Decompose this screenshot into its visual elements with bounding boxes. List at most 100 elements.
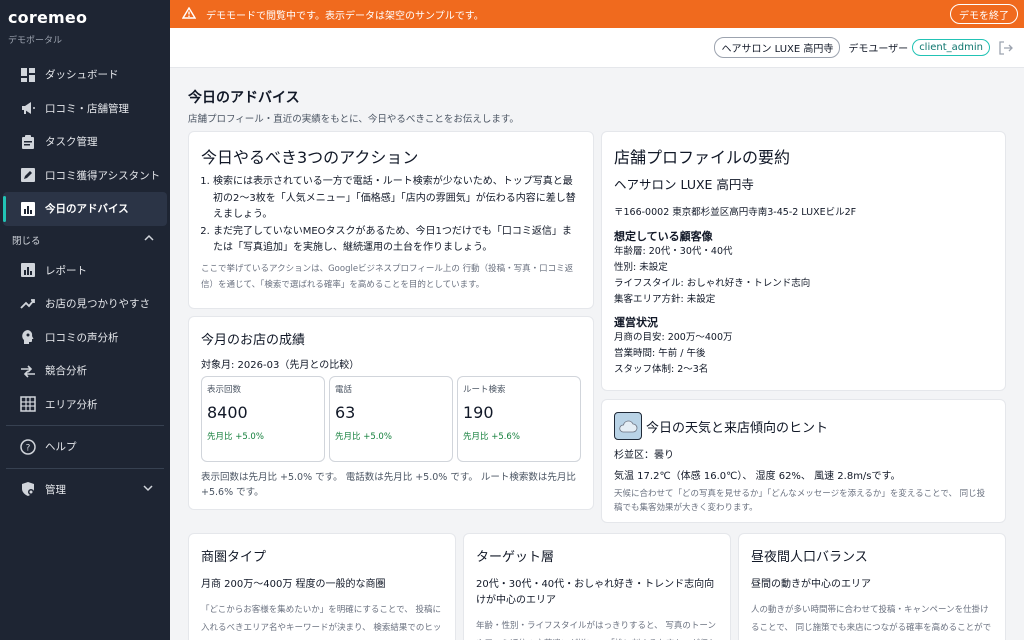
ops-section-title: 運営状況 [614, 316, 658, 329]
clipboard-icon [19, 133, 37, 151]
sidebar: coremeo デモポータル ダッシュボード 口コミ・店舗管理 タスク管理 口コ… [0, 0, 170, 640]
weather-location: 杉並区：曇り [614, 450, 674, 461]
sidebar-item-todays-advice[interactable]: 今日のアドバイス [3, 192, 167, 226]
sidebar-item-tasks[interactable]: タスク管理 [3, 125, 167, 159]
metric-value: 8400 [207, 403, 248, 422]
metric-calls: 電話 63 先月比 +5.0% [329, 376, 453, 462]
help-icon: ? [19, 438, 37, 456]
metric-impressions: 表示回数 8400 先月比 +5.0% [201, 376, 325, 462]
sidebar-item-label: 競合分析 [45, 365, 87, 378]
card-note: 「どこからお客様を集めたいか」を明確にすることで、 投稿に入れるべきエリア名やキ… [201, 605, 442, 633]
svg-text:?: ? [26, 443, 31, 453]
shield-gear-icon [19, 480, 37, 498]
card-summary: 月商 200万〜400万 程度の一般的な商圏 [201, 579, 386, 590]
performance-title: 今月のお店の成績 [201, 333, 306, 348]
ops-revenue: 月商の目安: 200万〜400万 [614, 332, 733, 343]
weather-title: 今日の天気と来店傾向のヒント [646, 420, 829, 436]
card-title: ターゲット層 [476, 550, 555, 565]
customer-age: 年齢層: 20代・30代・40代 [614, 246, 733, 257]
target-card: ターゲット層 20代・30代・40代・おしゃれ好き・トレンド志向向けが中心のエリ… [463, 533, 731, 640]
actions-list: 検索には表示されている一方で電話・ルート検索が少ないため、トップ写真と最初の2〜… [201, 174, 581, 257]
warning-icon [181, 6, 197, 22]
divider [6, 425, 164, 426]
card-summary: 20代・30代・40代・おしゃれ好き・トレンド志向向けが中心のエリア [476, 579, 715, 606]
metric-label: 電話 [335, 385, 353, 395]
trend-icon [19, 295, 37, 313]
performance-card: 今月のお店の成績 対象月: 2026-03（先月との比較） 表示回数 8400 … [188, 316, 594, 510]
actions-note: ここで挙げているアクションは、Googleビジネスプロフィール上の 行動（投稿・… [201, 263, 574, 290]
compare-icon [19, 362, 37, 380]
nav-section-toggle[interactable]: 閉じる [0, 226, 170, 254]
sidebar-item-dashboard[interactable]: ダッシュボード [3, 58, 167, 92]
profile-title: 店舗プロファイルの要約 [614, 148, 791, 167]
sidebar-item-findability[interactable]: お店の見つかりやすさ [3, 287, 167, 321]
profile-card: 店舗プロファイルの要約 ヘアサロン LUXE 高円寺 〒166-0002 東京都… [601, 131, 1006, 391]
metric-value: 63 [335, 403, 356, 422]
end-demo-button[interactable]: デモを終了 [950, 4, 1018, 24]
weather-detail: 気温 17.2℃（体感 16.0℃）、 湿度 62%、 風速 2.8m/sです。 [614, 471, 901, 482]
sidebar-item-label: レポート [45, 264, 87, 277]
nav-section-label: 閉じる [12, 235, 41, 247]
sidebar-item-label: エリア分析 [45, 398, 98, 411]
sidebar-item-label: ヘルプ [45, 441, 77, 454]
brand: coremeo デモポータル [0, 0, 170, 46]
sidebar-item-report[interactable]: レポート [3, 254, 167, 288]
card-note: 人の動きが多い時間帯に合わせて投稿・キャンペーンを仕掛けることで、 同じ施策でも… [751, 605, 992, 633]
edit-icon [19, 166, 37, 184]
main-content: 今日のアドバイス 店舗プロフィール・直近の実績をもとに、今日やるべきことをお伝え… [170, 69, 1024, 640]
metric-change: 先月比 +5.0% [335, 432, 392, 442]
sidebar-item-label: 管理 [45, 483, 66, 496]
actions-title: 今日やるべき3つのアクション [201, 148, 419, 167]
card-title: 昼夜間人口バランス [751, 550, 868, 565]
head-icon [19, 328, 37, 346]
customer-gender: 性別: 未設定 [614, 262, 668, 273]
sidebar-item-competitor-analysis[interactable]: 競合分析 [3, 354, 167, 388]
customer-area: 集客エリア方針: 未設定 [614, 294, 716, 305]
weather-note: 天候に合わせて「どの写真を見せるか」「どんなメッセージを添えるか」を変えることで… [614, 489, 986, 513]
chevron-up-icon [144, 234, 154, 245]
list-item: 検索には表示されている一方で電話・ルート検索が少ないため、トップ写真と最初の2〜… [213, 174, 581, 224]
ops-hours: 営業時間: 午前 / 午後 [614, 348, 706, 359]
page-description: 店舗プロフィール・直近の実績をもとに、今日やるべきことをお伝えします。 [188, 114, 519, 125]
sidebar-item-voice-analysis[interactable]: 口コミの声分析 [3, 321, 167, 355]
megaphone-icon [19, 99, 37, 117]
page-title: 今日のアドバイス [188, 90, 300, 106]
logout-icon[interactable] [998, 40, 1014, 56]
weather-header: 今日の天気と来店傾向のヒント [614, 412, 993, 440]
sidebar-item-label: お店の見つかりやすさ [45, 298, 150, 311]
trade-area-card: 商圏タイプ 月商 200万〜400万 程度の一般的な商圏 「どこからお客様を集め… [188, 533, 456, 640]
sidebar-item-review-assistant[interactable]: 口コミ獲得アシスタント [3, 159, 167, 193]
sidebar-item-admin[interactable]: 管理 [3, 473, 167, 507]
chart-icon [19, 261, 37, 279]
dashboard-icon [19, 66, 37, 84]
period-label: 対象月: 2026-03（先月との比較） [201, 360, 360, 371]
user-label: デモユーザー [848, 44, 909, 55]
divider [6, 467, 164, 469]
sidebar-item-area-analysis[interactable]: エリア分析 [3, 388, 167, 422]
shop-selector[interactable]: ヘアサロン LUXE 高円寺 [714, 37, 841, 58]
metric-directions: ルート検索 190 先月比 +5.6% [457, 376, 581, 462]
population-card: 昼夜間人口バランス 昼間の動きが中心のエリア 人の動きが多い時間帯に合わせて投稿… [738, 533, 1006, 640]
demo-banner: デモモードで閲覧中です。表示データは架空のサンプルです。 デモを終了 [170, 0, 1024, 28]
list-item: まだ完了していないMEOタスクがあるため、今日1つだけでも「口コミ返信」または「… [213, 224, 581, 257]
metrics-summary: 表示回数は先月比 +5.0% です。 電話数は先月比 +5.0% です。 ルート… [201, 472, 576, 498]
chevron-down-icon [143, 483, 153, 495]
admin-group: 管理 [19, 480, 66, 498]
sidebar-item-label: 口コミの声分析 [45, 331, 119, 344]
shop-address: 〒166-0002 東京都杉並区高円寺南3-45-2 LUXEビル2F [614, 207, 857, 218]
app-logo[interactable]: coremeo [8, 8, 162, 27]
sidebar-item-reviews[interactable]: 口コミ・店舗管理 [3, 92, 167, 126]
cloud-icon [614, 412, 642, 440]
metric-change: 先月比 +5.6% [463, 432, 520, 442]
metric-value: 190 [463, 403, 494, 422]
customer-section-title: 想定している顧客像 [614, 230, 713, 243]
sidebar-item-label: 今日のアドバイス [45, 203, 129, 216]
sidebar-item-label: タスク管理 [45, 136, 98, 149]
sidebar-item-help[interactable]: ? ヘルプ [3, 430, 167, 464]
metrics-row: 表示回数 8400 先月比 +5.0% 電話 63 先月比 +5.0% ルート検… [201, 376, 581, 462]
grid-icon [19, 395, 37, 413]
demo-banner-text: デモモードで閲覧中です。表示データは架空のサンプルです。 [206, 10, 484, 22]
ops-staff: スタッフ体制: 2〜3名 [614, 364, 709, 375]
weather-card: 今日の天気と来店傾向のヒント 杉並区：曇り 気温 17.2℃（体感 16.0℃）… [601, 399, 1006, 523]
topbar: ヘアサロン LUXE 高円寺 デモユーザー client_admin [170, 28, 1024, 68]
